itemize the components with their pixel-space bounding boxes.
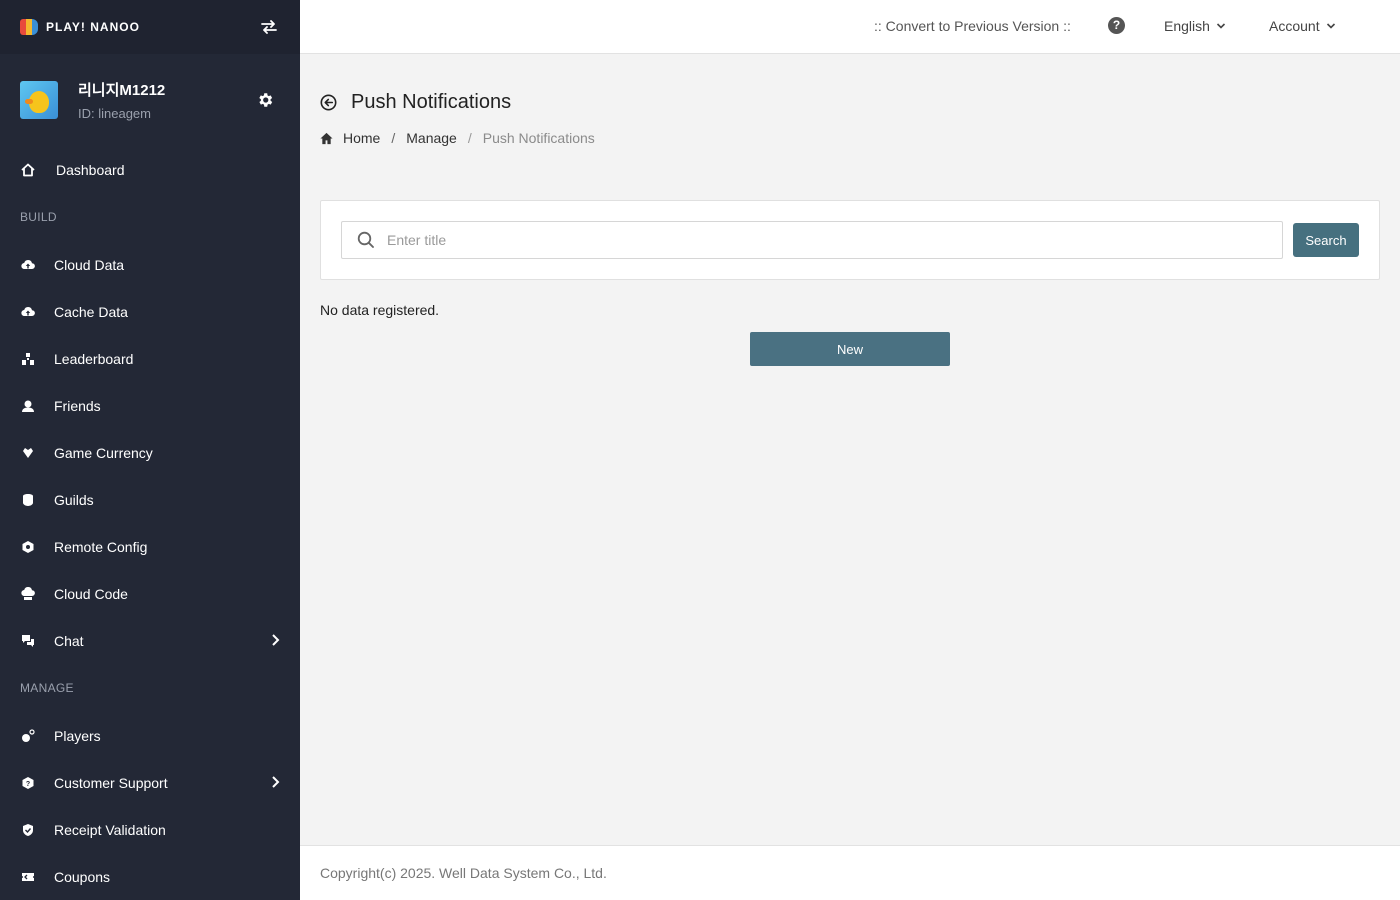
sidebar-item-players[interactable]: Players xyxy=(0,712,300,759)
sidebar-item-label: Cache Data xyxy=(54,303,128,320)
sidebar-item-coupons[interactable]: Coupons xyxy=(0,853,300,900)
profile-panel: 리니지M1212 ID: lineagem xyxy=(0,54,300,146)
search-icon xyxy=(357,231,374,248)
cache-data-icon xyxy=(20,304,36,320)
chevron-right-icon xyxy=(272,634,280,646)
sidebar-item-label: Dashboard xyxy=(56,161,125,178)
sidebar-item-cache-data[interactable]: Cache Data xyxy=(0,288,300,335)
cloud-data-icon xyxy=(20,257,36,273)
breadcrumb-current: Push Notifications xyxy=(482,130,595,146)
sidebar-item-friends[interactable]: Friends xyxy=(0,382,300,429)
account-dropdown[interactable]: Account xyxy=(1269,18,1336,34)
section-build-label: BUILD xyxy=(20,210,57,224)
friends-icon xyxy=(20,398,36,414)
chevron-right-icon xyxy=(272,776,280,788)
convert-version-link[interactable]: :: Convert to Previous Version :: xyxy=(874,18,1071,34)
gear-icon[interactable] xyxy=(256,91,274,109)
sidebar-item-label: Remote Config xyxy=(54,538,148,555)
copyright-text: Copyright(c) 2025. Well Data System Co.,… xyxy=(320,865,607,881)
cloud-code-icon xyxy=(20,586,36,602)
sidebar-item-label: Coupons xyxy=(54,868,111,885)
sidebar-item-cloud-data[interactable]: Cloud Data xyxy=(0,241,300,288)
account-label: Account xyxy=(1269,18,1320,34)
coupons-icon xyxy=(20,869,36,885)
search-input[interactable] xyxy=(387,232,1267,248)
search-field[interactable] xyxy=(341,221,1283,259)
footer: Copyright(c) 2025. Well Data System Co.,… xyxy=(300,845,1400,900)
main-content: Push Notifications Home / Manage / Push … xyxy=(300,55,1400,845)
game-currency-icon xyxy=(20,445,36,461)
sidebar-item-guilds[interactable]: Guilds xyxy=(0,476,300,523)
sidebar-item-label: Cloud Data xyxy=(54,256,125,273)
profile-name: 리니지M1212 xyxy=(78,82,166,99)
empty-state-text: No data registered. xyxy=(320,302,440,318)
sidebar-item-label: Guilds xyxy=(54,491,94,508)
sidebar-nav: Dashboard BUILD Cloud Data Cache Data Le… xyxy=(0,146,300,900)
sidebar-item-dashboard[interactable]: Dashboard xyxy=(0,146,300,193)
sidebar-item-label: Customer Support xyxy=(54,774,168,791)
search-button[interactable]: Search xyxy=(1293,223,1359,257)
avatar xyxy=(20,81,58,119)
leaderboard-icon xyxy=(20,351,36,367)
sidebar-item-cloud-code[interactable]: Cloud Code xyxy=(0,570,300,617)
chevron-down-icon xyxy=(1216,23,1225,29)
sidebar-item-label: Players xyxy=(54,727,101,744)
home-icon xyxy=(20,162,36,178)
language-label: English xyxy=(1164,18,1210,34)
sidebar-item-remote-config[interactable]: Remote Config xyxy=(0,523,300,570)
sidebar-item-label: Friends xyxy=(54,397,101,414)
sidebar-item-receipt-validation[interactable]: Receipt Validation xyxy=(0,806,300,853)
home-icon xyxy=(320,132,333,144)
switch-project-icon[interactable] xyxy=(258,16,280,38)
sidebar-item-label: Game Currency xyxy=(54,444,153,461)
customer-support-icon: ? xyxy=(20,775,36,791)
sidebar-item-label: Cloud Code xyxy=(54,585,128,602)
help-icon[interactable]: ? xyxy=(1108,17,1125,34)
breadcrumb-separator: / xyxy=(467,130,472,146)
app-logo[interactable]: PLAY! NANOO xyxy=(20,19,140,35)
breadcrumb-separator: / xyxy=(391,130,396,146)
sidebar-item-customer-support[interactable]: ? Customer Support xyxy=(0,759,300,806)
new-button[interactable]: New xyxy=(750,332,950,366)
chevron-down-icon xyxy=(1326,23,1335,29)
search-panel: Search xyxy=(320,200,1380,280)
section-manage-label: MANAGE xyxy=(20,681,74,695)
language-dropdown[interactable]: English xyxy=(1164,18,1226,34)
page-title: Push Notifications xyxy=(351,91,512,113)
sidebar-item-leaderboard[interactable]: Leaderboard xyxy=(0,335,300,382)
svg-text:?: ? xyxy=(26,781,30,788)
sidebar-item-label: Receipt Validation xyxy=(54,821,166,838)
sidebar-item-game-currency[interactable]: Game Currency xyxy=(0,429,300,476)
sidebar-header: PLAY! NANOO xyxy=(0,0,300,54)
logo-mark-icon xyxy=(20,19,38,35)
back-arrow-icon[interactable] xyxy=(320,94,337,111)
page-title-row: Push Notifications xyxy=(320,91,511,114)
breadcrumb: Home / Manage / Push Notifications xyxy=(320,130,595,146)
sidebar-item-chat[interactable]: Chat xyxy=(0,617,300,664)
guilds-icon xyxy=(20,492,36,508)
remote-config-icon xyxy=(20,539,36,555)
receipt-validation-icon xyxy=(20,822,36,838)
logo-text: PLAY! NANOO xyxy=(46,20,140,34)
sidebar-item-label: Leaderboard xyxy=(54,350,134,367)
profile-id: ID: lineagem xyxy=(78,106,151,121)
chat-icon xyxy=(20,633,36,649)
breadcrumb-home[interactable]: Home xyxy=(343,130,380,146)
breadcrumb-manage[interactable]: Manage xyxy=(406,130,457,146)
sidebar: PLAY! NANOO 리니지M1212 ID: lineagem Dashbo… xyxy=(0,0,300,900)
players-icon xyxy=(20,728,36,744)
sidebar-item-label: Chat xyxy=(54,632,84,649)
top-bar: :: Convert to Previous Version :: ? Engl… xyxy=(300,0,1400,54)
